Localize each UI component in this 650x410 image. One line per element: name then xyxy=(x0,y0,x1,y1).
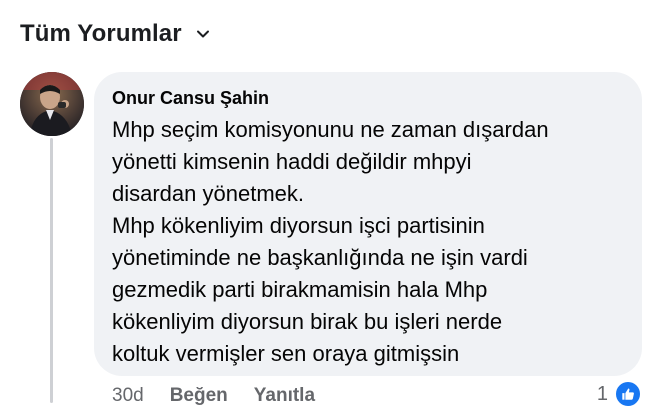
comment-text: Mhp seçim komisyonunu ne zaman dışardan … xyxy=(112,117,549,366)
reply-button[interactable]: Yanıtla xyxy=(254,384,315,408)
comment-timestamp[interactable]: 30d xyxy=(112,384,144,408)
reaction-summary[interactable]: 1 xyxy=(597,380,642,408)
avatar[interactable] xyxy=(20,72,84,136)
thread-line xyxy=(50,138,53,403)
like-button[interactable]: Beğen xyxy=(170,384,228,408)
like-icon xyxy=(614,380,642,408)
comment-bubble: Onur Cansu Şahin Mhp seçim komisyonunu n… xyxy=(94,72,642,376)
comment-filter-label: Tüm Yorumlar xyxy=(20,20,182,47)
reaction-count: 1 xyxy=(596,383,608,405)
comment-filter-dropdown[interactable]: Tüm Yorumlar xyxy=(20,20,210,48)
comment-author-name[interactable]: Onur Cansu Şahin xyxy=(112,86,269,110)
comment-actions: 30d Beğen Yanıtla xyxy=(112,384,341,408)
chevron-down-icon xyxy=(196,27,210,41)
